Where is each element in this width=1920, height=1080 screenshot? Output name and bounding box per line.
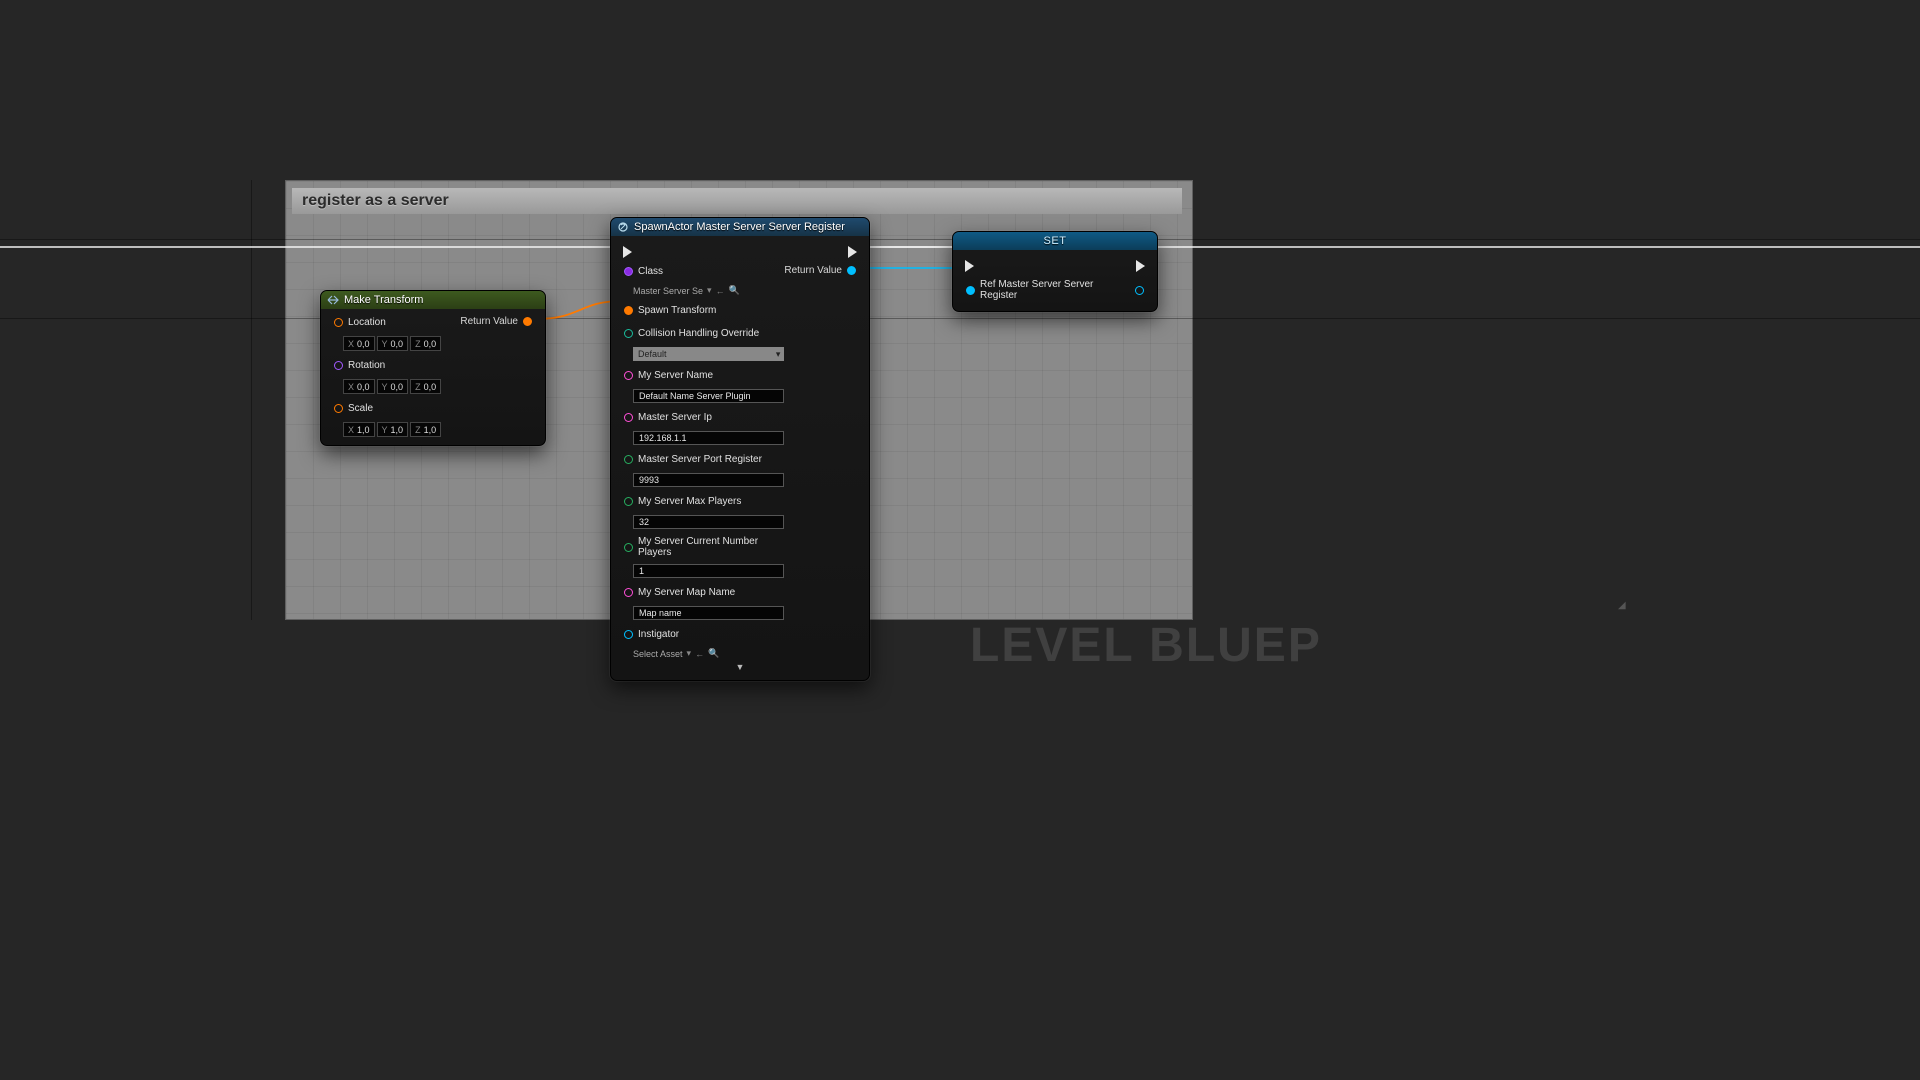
rot-y[interactable]: Y0,0 (377, 379, 409, 394)
scl-z[interactable]: Z1,0 (410, 422, 441, 437)
comment-title[interactable]: register as a server (292, 188, 1182, 214)
loc-y[interactable]: Y0,0 (377, 336, 409, 351)
pin-port[interactable] (624, 455, 633, 464)
pin-max-players[interactable] (624, 497, 633, 506)
cur-players-input[interactable]: 1 (633, 564, 784, 578)
grid-major-h2 (0, 318, 1920, 319)
rot-z[interactable]: Z0,0 (410, 379, 441, 394)
map-label: My Server Map Name (638, 587, 735, 598)
pin-spawn-transform[interactable] (624, 306, 633, 315)
spawn-title: SpawnActor Master Server Server Register (634, 221, 845, 233)
blueprint-canvas[interactable]: register as a server ◢ LEVEL BLUEP Make … (0, 0, 1920, 1080)
grid-major-v1 (251, 180, 252, 620)
set-exec-out[interactable] (1136, 260, 1145, 272)
resize-handle-icon[interactable]: ◢ (1618, 600, 1632, 614)
exec-out[interactable] (848, 246, 857, 258)
node-header-set[interactable]: SET (953, 232, 1157, 250)
browse-icon[interactable]: 🔍 (729, 285, 740, 296)
loc-x[interactable]: X0,0 (343, 336, 375, 351)
spawn-transform-label: Spawn Transform (638, 305, 716, 316)
scl-y[interactable]: Y1,0 (377, 422, 409, 437)
server-name-label: My Server Name (638, 370, 713, 381)
pin-mt-return[interactable] (523, 317, 532, 326)
node-header-make-transform[interactable]: Make Transform (321, 291, 545, 309)
scale-label: Scale (348, 403, 373, 414)
instigator-label: Instigator (638, 629, 679, 640)
exec-in[interactable] (623, 246, 632, 258)
loc-z[interactable]: Z0,0 (410, 336, 441, 351)
pin-master-ip[interactable] (624, 413, 633, 422)
max-players-input[interactable]: 32 (633, 515, 784, 529)
rot-x[interactable]: X0,0 (343, 379, 375, 394)
set-title: SET (1044, 235, 1067, 247)
node-spawn-actor[interactable]: SpawnActor Master Server Server Register… (610, 217, 870, 681)
master-ip-input[interactable]: 192.168.1.1 (633, 431, 784, 445)
scale-fields: X1,0 Y1,0 Z1,0 (343, 422, 441, 437)
server-name-input[interactable]: Default Name Server Plugin (633, 389, 784, 403)
node-header-spawn[interactable]: SpawnActor Master Server Server Register (611, 218, 869, 236)
spawn-return-label: Return Value (784, 265, 842, 276)
location-label: Location (348, 317, 386, 328)
pin-scale-in[interactable] (334, 404, 343, 413)
class-label: Class (638, 266, 663, 277)
pin-set-in[interactable] (966, 286, 975, 295)
expand-arrow-icon[interactable]: ▼ (619, 662, 861, 672)
pin-instigator[interactable] (624, 630, 633, 639)
location-fields: X0,0 Y0,0 Z0,0 (343, 336, 441, 351)
master-ip-label: Master Server Ip (638, 412, 712, 423)
class-selector[interactable]: Master Server Se▾ ← 🔍 (633, 285, 784, 296)
cur-players-label: My Server Current Number Players (638, 536, 784, 558)
scl-x[interactable]: X1,0 (343, 422, 375, 437)
collision-label: Collision Handling Override (638, 328, 759, 339)
pin-map-name[interactable] (624, 588, 633, 597)
instigator-goto-icon[interactable]: ← (695, 649, 704, 659)
instigator-selector[interactable]: Select Asset▾ ← 🔍 (633, 648, 784, 659)
port-label: Master Server Port Register (638, 454, 762, 465)
instigator-browse-icon[interactable]: 🔍 (708, 648, 719, 659)
mt-return-label: Return Value (460, 316, 518, 327)
map-input[interactable]: Map name (633, 606, 784, 620)
pin-rotation-in[interactable] (334, 361, 343, 370)
node-set[interactable]: SET Ref Master Server Server Register (952, 231, 1158, 312)
set-ref-label: Ref Master Server Server Register (980, 279, 1130, 301)
function-icon (617, 221, 629, 233)
node-make-transform[interactable]: Make Transform Location X0,0 Y0,0 Z0,0 R… (320, 290, 546, 446)
transform-icon (327, 294, 339, 306)
pin-location-in[interactable] (334, 318, 343, 327)
pin-class[interactable] (624, 267, 633, 276)
node-title: Make Transform (344, 294, 423, 306)
set-exec-in[interactable] (965, 260, 974, 272)
pin-spawn-return[interactable] (847, 266, 856, 275)
goto-arrow-icon[interactable]: ← (716, 286, 725, 296)
pin-set-out[interactable] (1135, 286, 1144, 295)
collision-dropdown[interactable]: Default (633, 347, 784, 361)
pin-collision[interactable] (624, 329, 633, 338)
rotation-fields: X0,0 Y0,0 Z0,0 (343, 379, 441, 394)
watermark-text: LEVEL BLUEP (970, 618, 1322, 673)
port-input[interactable]: 9993 (633, 473, 784, 487)
pin-cur-players[interactable] (624, 543, 633, 552)
rotation-label: Rotation (348, 360, 385, 371)
pin-server-name[interactable] (624, 371, 633, 380)
max-players-label: My Server Max Players (638, 496, 741, 507)
